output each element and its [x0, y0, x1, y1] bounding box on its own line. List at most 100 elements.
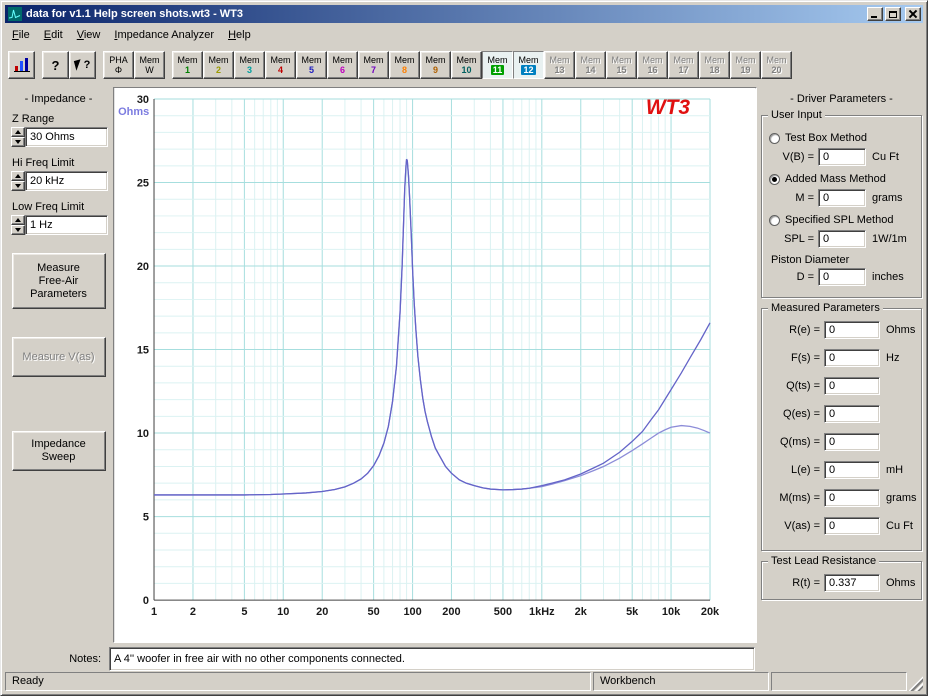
resize-grip-icon[interactable]	[909, 672, 923, 691]
z-range-control: 30 Ohms	[11, 127, 108, 147]
mem-15-button: Mem15	[606, 51, 637, 79]
user-input-legend: User Input	[768, 109, 825, 121]
low-freq-limit-control: 1 Hz	[11, 215, 108, 235]
svg-text:5k: 5k	[626, 606, 639, 618]
hi-freq-limit-label: Hi Freq Limit	[12, 157, 112, 169]
status-bar: Ready Workbench	[5, 672, 923, 691]
svg-text:1: 1	[151, 606, 157, 618]
svg-text:2k: 2k	[575, 606, 588, 618]
driver-parameters-title: - Driver Parameters -	[758, 93, 925, 105]
minimize-button[interactable]	[867, 7, 883, 21]
mem-2-button[interactable]: Mem2	[203, 51, 234, 79]
bar-chart-icon	[13, 57, 31, 73]
z-range-value-field[interactable]: 30 Ohms	[25, 127, 108, 147]
r-t-label: R(t) =	[766, 577, 820, 589]
radio-specified-spl-method[interactable]: Specified SPL Method	[769, 213, 917, 227]
question-mark-icon: ?	[52, 59, 60, 72]
radio-label: Test Box Method	[785, 132, 867, 144]
m-value-field[interactable]: 0	[818, 189, 866, 207]
mem-18-button: Mem18	[699, 51, 730, 79]
mem-12-button[interactable]: Mem12	[513, 51, 544, 79]
radio-icon-added-mass-method[interactable]	[769, 174, 780, 185]
mem-11-button[interactable]: Mem11	[482, 51, 513, 79]
svg-text:Ohms: Ohms	[118, 106, 149, 118]
status-message: Ready	[5, 672, 591, 691]
radio-added-mass-method[interactable]: Added Mass Method	[769, 172, 917, 186]
menu-impedance-analyzer[interactable]: Impedance Analyzer	[107, 26, 221, 44]
mem-6-button[interactable]: Mem6	[327, 51, 358, 79]
r-t-value-field[interactable]: 0.337	[824, 574, 880, 592]
svg-text:500: 500	[494, 606, 512, 618]
hi-freq-down-button[interactable]	[11, 181, 25, 191]
hi-freq-value-field[interactable]: 20 kHz	[25, 171, 108, 191]
z-range-up-button[interactable]	[11, 127, 25, 137]
maximize-icon	[889, 11, 897, 18]
mem-9-button[interactable]: Mem9	[420, 51, 451, 79]
radio-test-box-method[interactable]: Test Box Method	[769, 131, 917, 145]
l-e-row: L(e) =0mH	[766, 461, 917, 479]
low-freq-down-button[interactable]	[11, 225, 25, 235]
menu-help[interactable]: Help	[221, 26, 258, 44]
r-t-unit: Ohms	[886, 577, 915, 589]
minimize-icon	[871, 16, 877, 18]
v-as-label: V(as) =	[766, 520, 820, 532]
impedance-sweep-button[interactable]: Impedance Sweep	[12, 431, 106, 471]
mem-1-button[interactable]: Mem1	[172, 51, 203, 79]
test-lead-legend: Test Lead Resistance	[768, 555, 879, 567]
test-lead-group: Test Lead Resistance R(t) = 0.337 Ohms	[761, 561, 922, 600]
driver-parameters-panel: - Driver Parameters - User Input Test Bo…	[758, 87, 925, 647]
v-b-value-field[interactable]: 0	[818, 148, 866, 166]
d-unit: inches	[872, 271, 904, 283]
z-range-label: Z Range	[12, 113, 112, 125]
radio-label: Added Mass Method	[785, 173, 886, 185]
mem-7-button[interactable]: Mem7	[358, 51, 389, 79]
spl-label: SPL =	[766, 233, 814, 245]
radio-icon-test-box-method[interactable]	[769, 133, 780, 144]
v-b-unit: Cu Ft	[872, 151, 899, 163]
r-e-row: R(e) =0Ohms	[766, 321, 917, 339]
spl-value-field[interactable]: 0	[818, 230, 866, 248]
measured-parameters-group: Measured Parameters R(e) =0OhmsF(s) =0Hz…	[761, 308, 922, 551]
svg-text:5: 5	[241, 606, 247, 618]
d-value-field[interactable]: 0	[818, 268, 866, 286]
measure-free-air-button[interactable]: Measure Free-Air Parameters	[12, 253, 106, 309]
mem-3-button[interactable]: Mem3	[234, 51, 265, 79]
mem-19-button: Mem19	[730, 51, 761, 79]
sweep-chart-tool-button[interactable]	[8, 51, 35, 79]
down-arrow-icon	[15, 140, 21, 144]
v-b-row: V(B) =0Cu Ft	[766, 148, 917, 166]
spl-unit: 1W/1m	[872, 233, 907, 245]
radio-icon-specified-spl-method[interactable]	[769, 215, 780, 226]
title-bar[interactable]: data for v1.1 Help screen shots.wt3 - WT…	[5, 5, 923, 23]
help-button[interactable]: ?	[42, 51, 69, 79]
app-window: data for v1.1 Help screen shots.wt3 - WT…	[0, 0, 928, 696]
menu-file[interactable]: File	[5, 26, 37, 44]
low-freq-up-button[interactable]	[11, 215, 25, 225]
svg-text:2: 2	[190, 606, 196, 618]
low-freq-value-field[interactable]: 1 Hz	[25, 215, 108, 235]
z-range-down-button[interactable]	[11, 137, 25, 147]
f-s-value-field: 0	[824, 349, 880, 367]
menu-edit[interactable]: Edit	[37, 26, 70, 44]
f-s-unit: Hz	[886, 352, 899, 364]
notes-label: Notes:	[5, 653, 109, 665]
mem-8-button[interactable]: Mem8	[389, 51, 420, 79]
mem-17-button: Mem17	[668, 51, 699, 79]
svg-text:200: 200	[442, 606, 460, 618]
r-t-row: R(t) = 0.337 Ohms	[766, 574, 917, 592]
m-ms-value-field: 0	[824, 489, 880, 507]
svg-text:100: 100	[403, 606, 421, 618]
phase-button[interactable]: PHA Φ	[103, 51, 134, 79]
impedance-panel-title: - Impedance -	[5, 93, 112, 105]
maximize-button[interactable]	[885, 7, 901, 21]
mem-10-button[interactable]: Mem10	[451, 51, 482, 79]
q-es-row: Q(es) =0	[766, 405, 917, 423]
mem-5-button[interactable]: Mem5	[296, 51, 327, 79]
context-help-button[interactable]: ?	[69, 51, 96, 79]
mem-4-button[interactable]: Mem4	[265, 51, 296, 79]
menu-view[interactable]: View	[70, 26, 108, 44]
notes-input[interactable]: A 4'' woofer in free air with no other c…	[109, 647, 755, 671]
close-button[interactable]	[905, 7, 921, 21]
hi-freq-up-button[interactable]	[11, 171, 25, 181]
mem-w-button[interactable]: Mem W	[134, 51, 165, 79]
